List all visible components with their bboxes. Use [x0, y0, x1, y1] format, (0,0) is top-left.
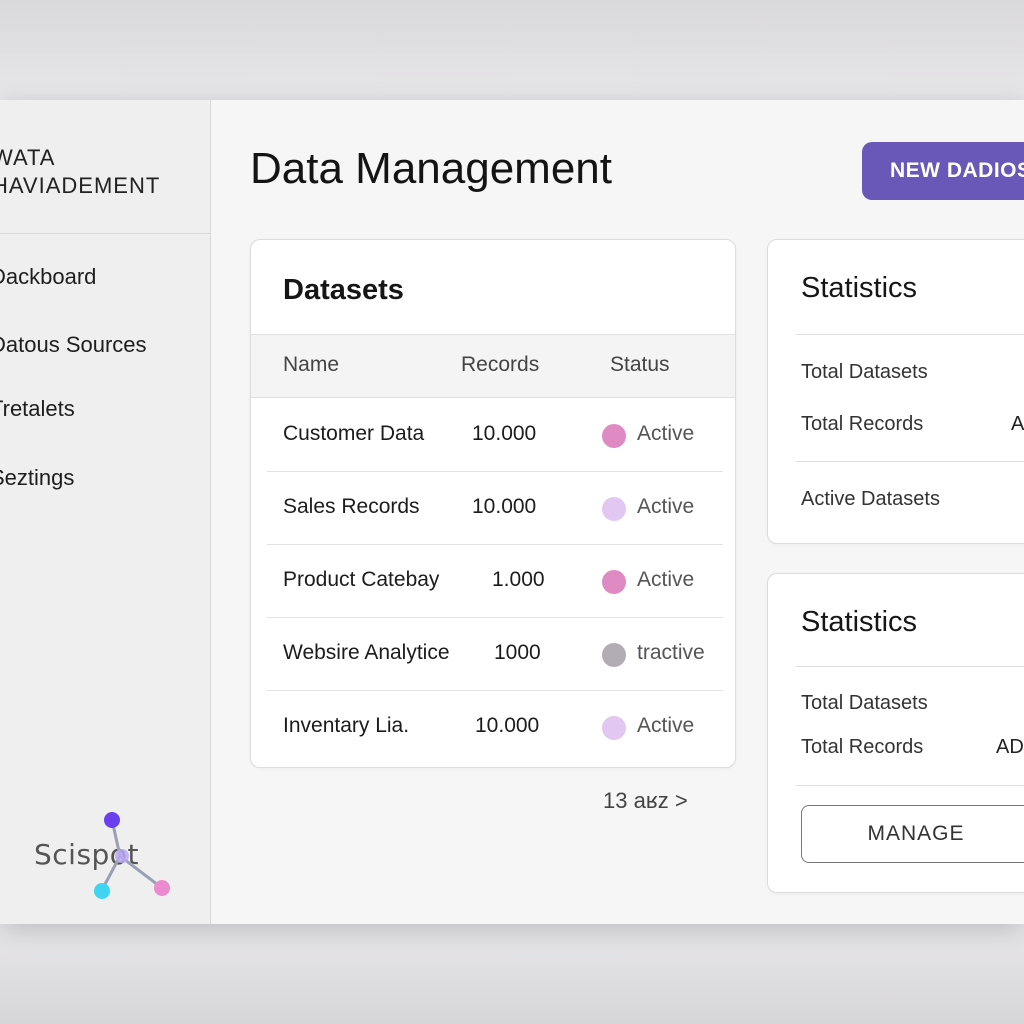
row-records: 1000 [494, 641, 541, 664]
app-title-line-2: HAVIADEMENT [0, 173, 161, 198]
status-badge: Active [637, 714, 695, 737]
sidebar: WATA HAVIADEMENT Dackboard Datous Source… [0, 100, 211, 924]
statistics-title: Statistics [801, 272, 918, 304]
pagination[interactable]: 13 aʁz > [603, 788, 688, 814]
row-records: 10.000 [472, 495, 537, 518]
statistics-divider [796, 334, 1024, 335]
table-row[interactable]: Inventary Lia. 10.000 Active [267, 690, 723, 763]
datasets-card: Datasets Name Records Status Customer Da… [250, 239, 736, 768]
column-header-status[interactable]: Status [610, 353, 670, 377]
total-records-value: AD [996, 736, 1024, 758]
table-header: Name Records Status [251, 335, 735, 398]
status-dot [602, 643, 626, 667]
sidebar-item-dashboard[interactable]: Dackboard [0, 264, 96, 290]
active-datasets-label: Active Datasets [801, 488, 940, 510]
main-content: Data Management NEW DADIOS Datasets Name… [211, 100, 1024, 924]
manage-button[interactable]: MANAGE [801, 805, 1024, 863]
status-badge: tractive [637, 641, 705, 664]
brand-logo: Scispot [34, 808, 184, 908]
statistics-card: Statistics Total Datasets Total Records … [767, 239, 1024, 544]
status-badge: Active [637, 495, 695, 518]
total-records-value: A [1011, 413, 1024, 435]
table-row[interactable]: Product Catebay 1.000 Active [267, 544, 723, 618]
row-records: 10.000 [475, 714, 540, 737]
total-records-label: Total Records [801, 736, 924, 758]
new-dataset-button[interactable]: NEW DADIOS [862, 142, 1024, 200]
row-records: 1.000 [492, 568, 545, 591]
table-row[interactable]: Websire Analytice 1000 tractive [267, 617, 723, 691]
column-header-records[interactable]: Records [461, 353, 539, 377]
status-badge: Active [637, 568, 695, 591]
status-dot [602, 424, 626, 448]
row-records: 10.000 [472, 422, 537, 445]
table-row[interactable]: Sales Records 10.000 Active [267, 471, 723, 545]
row-name: Inventary Lia. [283, 714, 410, 737]
total-records-label: Total Records [801, 413, 924, 435]
status-badge: Active [637, 422, 695, 445]
status-dot [602, 497, 626, 521]
molecule-icon [94, 812, 170, 899]
statistics-divider [796, 785, 1024, 786]
app-title-line-1: WATA [0, 145, 56, 170]
row-name: Product Catebay [283, 568, 440, 591]
app-title: WATA HAVIADEMENT [0, 144, 160, 200]
sidebar-divider [0, 233, 210, 234]
app-window: WATA HAVIADEMENT Dackboard Datous Source… [0, 100, 1024, 924]
sidebar-item-templates[interactable]: Tretalets [0, 396, 75, 422]
page-title: Data Management [250, 144, 612, 193]
row-name: Customer Data [283, 422, 425, 445]
statistics-title: Statistics [801, 606, 918, 638]
row-name: Sales Records [283, 495, 420, 518]
sidebar-item-settings[interactable]: Seztings [0, 465, 74, 491]
status-dot [602, 716, 626, 740]
table-body: Customer Data 10.000 Active Sales Record… [251, 398, 735, 767]
table-row[interactable]: Customer Data 10.000 Active [267, 398, 723, 472]
statistics-divider [796, 461, 1024, 462]
status-dot [602, 570, 626, 594]
statistics-card: Statistics Total Datasets Total Records … [767, 573, 1024, 893]
total-datasets-label: Total Datasets [801, 692, 928, 714]
datasets-title: Datasets [283, 274, 404, 306]
row-name: Websire Analytice [283, 641, 450, 664]
sidebar-item-data-sources[interactable]: Datous Sources [0, 332, 147, 358]
total-datasets-label: Total Datasets [801, 361, 928, 383]
statistics-divider [796, 666, 1024, 667]
column-header-name[interactable]: Name [283, 353, 339, 377]
